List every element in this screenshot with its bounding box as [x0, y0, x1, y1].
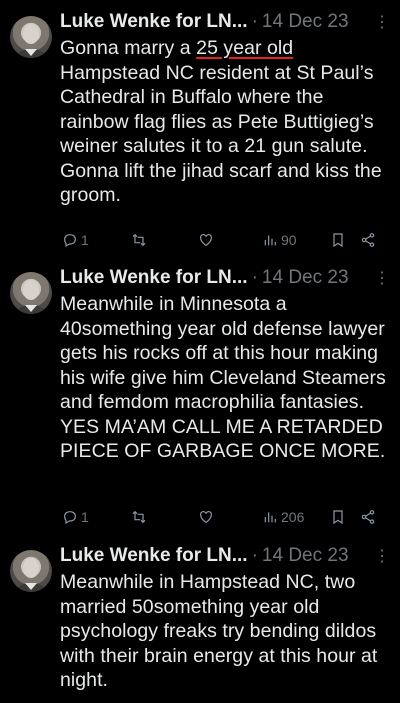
tweet-3[interactable]: Luke Wenke for LN... · 14 Dec 23 ⋮ Meanw…: [0, 534, 400, 703]
avatar[interactable]: [10, 550, 52, 592]
author-name[interactable]: Luke Wenke for LN...: [60, 545, 248, 567]
retweet-button[interactable]: [131, 232, 147, 248]
action-bar: 1 206: [58, 506, 390, 528]
retweet-button[interactable]: [131, 509, 147, 525]
bookmark-icon: [333, 233, 343, 248]
tweet-header: Luke Wenke for LN... · 14 Dec 23 ⋮: [60, 542, 392, 570]
bookmark-button[interactable]: [330, 232, 346, 248]
reply-button[interactable]: 1: [62, 232, 89, 248]
tweet-date[interactable]: 14 Dec 23: [262, 267, 349, 289]
share-icon: [361, 233, 375, 247]
tweet-2[interactable]: Luke Wenke for LN... · 14 Dec 23 ⋮ Meanw…: [0, 256, 400, 540]
retweet-icon: [132, 510, 146, 524]
reply-count: 1: [81, 232, 89, 248]
bookmark-icon: [333, 510, 343, 525]
like-button[interactable]: [198, 509, 214, 525]
underlined-text: 25 year old: [196, 37, 294, 59]
reply-icon: [64, 511, 76, 525]
reply-count: 1: [81, 509, 89, 525]
text-segment: Hampstead NC resident at St Paul’s Cathe…: [60, 61, 382, 207]
heart-icon: [200, 510, 212, 524]
separator-dot: ·: [251, 545, 258, 566]
tweet-date[interactable]: 14 Dec 23: [262, 11, 349, 33]
tweet-header: Luke Wenke for LN... · 14 Dec 23 ⋮: [60, 8, 392, 36]
share-icon: [361, 510, 375, 524]
separator-dot: ·: [251, 267, 258, 288]
avatar[interactable]: [10, 16, 52, 58]
separator-dot: ·: [251, 11, 258, 32]
more-icon[interactable]: ⋮: [372, 268, 392, 288]
like-button[interactable]: [198, 232, 214, 248]
bookmark-button[interactable]: [330, 509, 346, 525]
tweet-text: Meanwhile in Minnesota a 40something yea…: [60, 293, 386, 462]
heart-icon: [200, 233, 212, 247]
views-icon: [264, 235, 276, 246]
author-name[interactable]: Luke Wenke for LN...: [60, 11, 248, 33]
tweet-1[interactable]: Luke Wenke for LN... · 14 Dec 23 ⋮ Gonna…: [0, 0, 400, 262]
text-segment: Gonna marry a: [60, 37, 197, 59]
tweet-header: Luke Wenke for LN... · 14 Dec 23 ⋮: [60, 264, 392, 292]
views-button[interactable]: 90: [262, 232, 297, 248]
views-button[interactable]: 206: [262, 509, 304, 525]
avatar[interactable]: [10, 272, 52, 314]
share-button[interactable]: [360, 509, 376, 525]
reply-button[interactable]: 1: [62, 509, 89, 525]
views-icon: [264, 512, 276, 523]
reply-icon: [64, 234, 76, 248]
views-count: 206: [281, 509, 305, 525]
retweet-icon: [132, 233, 146, 247]
tweet-text: Gonna marry a 25 year old Hampstead NC r…: [60, 36, 390, 208]
tweet-date[interactable]: 14 Dec 23: [262, 545, 349, 567]
action-bar: 1 90: [58, 229, 390, 251]
views-count: 90: [281, 232, 297, 248]
share-button[interactable]: [360, 232, 376, 248]
more-icon[interactable]: ⋮: [372, 546, 392, 566]
author-name[interactable]: Luke Wenke for LN...: [60, 267, 248, 289]
tweet-text: Meanwhile in Hampstead NC, two married 5…: [60, 571, 378, 691]
more-icon[interactable]: ⋮: [372, 12, 392, 32]
